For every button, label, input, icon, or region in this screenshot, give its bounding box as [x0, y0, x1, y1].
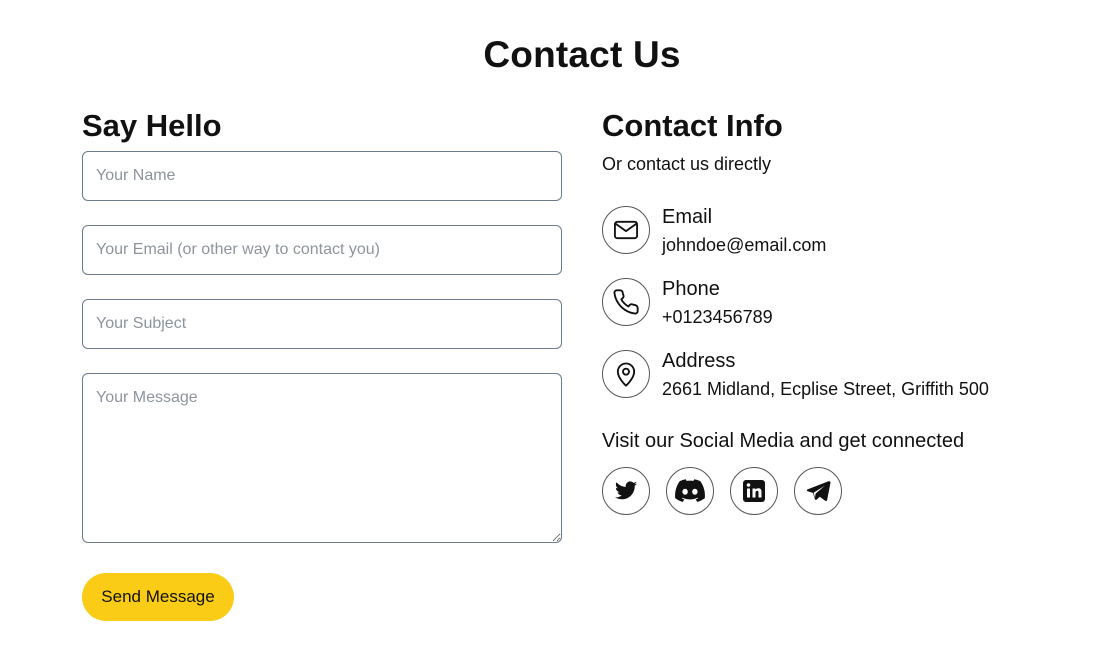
subject-input[interactable]: [82, 299, 562, 349]
contact-item-label: Address: [662, 350, 736, 372]
telegram-link[interactable]: [794, 467, 842, 515]
name-input[interactable]: [82, 151, 562, 201]
twitter-link[interactable]: [602, 467, 650, 515]
contact-item-value: johndoe@email.com: [662, 235, 827, 255]
contact-item-label: Email: [662, 206, 713, 228]
send-message-button[interactable]: Send Message: [82, 573, 234, 621]
location-pin-icon: [602, 350, 650, 398]
contact-item-value: 2661 Midland, Ecplise Street, Griffith 5…: [662, 379, 989, 399]
contact-item-email: Email johndoe@email.com: [602, 206, 1072, 256]
social-heading: Visit our Social Media and get connected: [602, 430, 965, 452]
contact-subtitle: Or contact us directly: [602, 154, 772, 174]
discord-link[interactable]: [666, 467, 714, 515]
telegram-icon: [806, 481, 831, 502]
email-input[interactable]: [82, 225, 562, 275]
linkedin-link[interactable]: [730, 467, 778, 515]
social-links: [602, 467, 902, 515]
contact-item-address: Address 2661 Midland, Ecplise Street, Gr…: [602, 350, 1072, 400]
twitter-icon: [615, 481, 637, 500]
message-textarea[interactable]: [82, 373, 562, 543]
phone-icon: [602, 278, 650, 326]
contact-item-value: +0123456789: [662, 307, 773, 327]
contact-info-heading: Contact Info: [602, 108, 783, 143]
contact-form: Say Hello Send Message: [82, 106, 562, 621]
contact-item-label: Phone: [662, 278, 720, 300]
envelope-icon: [602, 206, 650, 254]
form-heading: Say Hello: [82, 108, 222, 143]
page-title: Contact Us: [483, 34, 681, 75]
discord-icon: [675, 479, 705, 502]
contact-info: Contact Info Or contact us directly Emai…: [602, 106, 1072, 515]
contact-item-phone: Phone +0123456789: [602, 278, 1072, 328]
linkedin-icon: [743, 480, 765, 502]
